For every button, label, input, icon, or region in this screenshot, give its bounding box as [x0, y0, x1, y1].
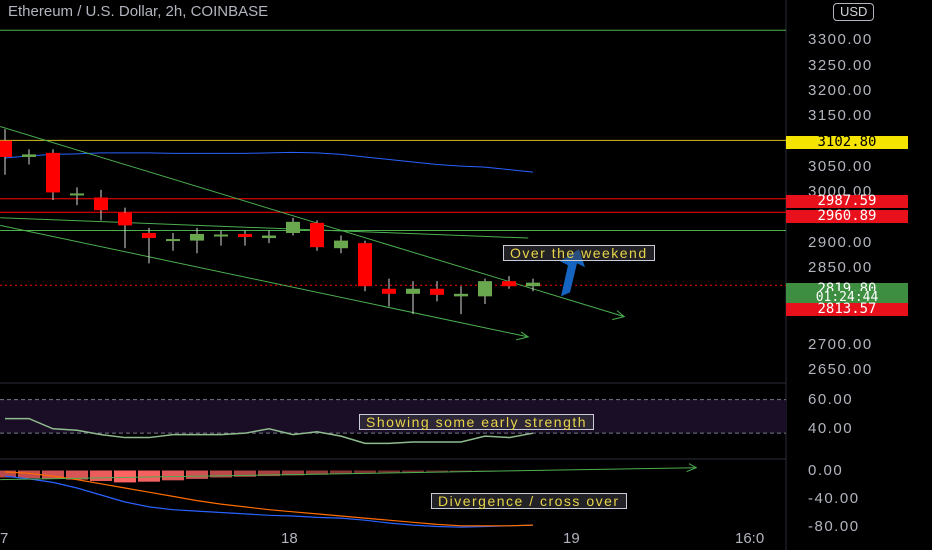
price-tick-label: 2900.00	[808, 234, 873, 252]
candle-body	[406, 288, 420, 294]
time-label-18: 18	[281, 530, 298, 547]
trendline-lower	[0, 224, 529, 338]
macd-histogram-bar	[114, 470, 136, 483]
candle-body	[118, 212, 132, 226]
annotation-weekend[interactable]: Over the weekend	[503, 245, 655, 261]
annotation-strength[interactable]: Showing some early strength	[359, 414, 595, 430]
candle-body	[430, 288, 444, 295]
time-label-19: 19	[563, 530, 580, 547]
candle-body	[166, 239, 180, 242]
candle-body	[262, 235, 276, 239]
candle-body	[46, 152, 60, 193]
candle-body	[190, 234, 204, 241]
time-label-7: 7	[0, 530, 9, 547]
annotation-divergence[interactable]: Divergence / cross over	[431, 493, 627, 509]
macd-histogram-bar	[90, 470, 112, 481]
price-tick-label: 3050.00	[808, 158, 873, 176]
rsi-tick-label: 60.00	[808, 390, 854, 408]
price-tag-resistance-1: 2987.59	[786, 194, 908, 208]
candle-body	[454, 293, 468, 297]
price-tick-label: 3250.00	[808, 56, 873, 74]
macd-histogram-bar	[186, 470, 208, 479]
price-tick-label: 3300.00	[808, 31, 873, 49]
price-tick-label: 2700.00	[808, 335, 873, 353]
candle-body	[238, 234, 252, 238]
candle-body	[334, 240, 348, 249]
price-tick-label: 2650.00	[808, 360, 873, 378]
trendline-flat	[0, 217, 529, 239]
candle-body	[70, 193, 84, 196]
currency-badge[interactable]: USD	[833, 3, 875, 21]
chart-canvas	[0, 0, 787, 550]
rsi-tick-label: 40.00	[808, 419, 854, 437]
candle-body	[526, 282, 540, 287]
chart-title: Ethereum / U.S. Dollar, 2h, COINBASE	[8, 3, 269, 20]
candle-body	[286, 221, 300, 233]
macd-histogram-bar	[378, 470, 400, 473]
candle-body	[310, 222, 324, 248]
moving-average-line	[4, 151, 534, 173]
macd-histogram-bar	[162, 470, 184, 481]
candle-body	[22, 154, 36, 157]
price-tag-low: 2813.57	[786, 302, 908, 316]
candle-body	[0, 140, 12, 157]
price-tick-label: 3150.00	[808, 107, 873, 125]
price-tag-yellow: 3102.80	[786, 135, 908, 149]
candle-body	[382, 288, 396, 294]
candle-body	[358, 243, 372, 287]
candle-body	[214, 234, 228, 237]
time-label-16: 16:0	[735, 530, 765, 547]
macd-tick-label: -40.00	[808, 489, 860, 507]
price-tick-label: 3200.00	[808, 82, 873, 100]
candle-body	[94, 197, 108, 211]
macd-tick-label: -80.00	[808, 517, 860, 535]
candle-body	[142, 232, 156, 239]
macd-tick-label: 0.00	[808, 461, 844, 479]
candle-body	[502, 281, 516, 287]
price-tick-label: 2850.00	[808, 259, 873, 277]
price-tag-resistance-2: 2960.89	[786, 209, 908, 223]
macd-histogram-bar	[138, 470, 160, 482]
candle-body	[478, 281, 492, 297]
